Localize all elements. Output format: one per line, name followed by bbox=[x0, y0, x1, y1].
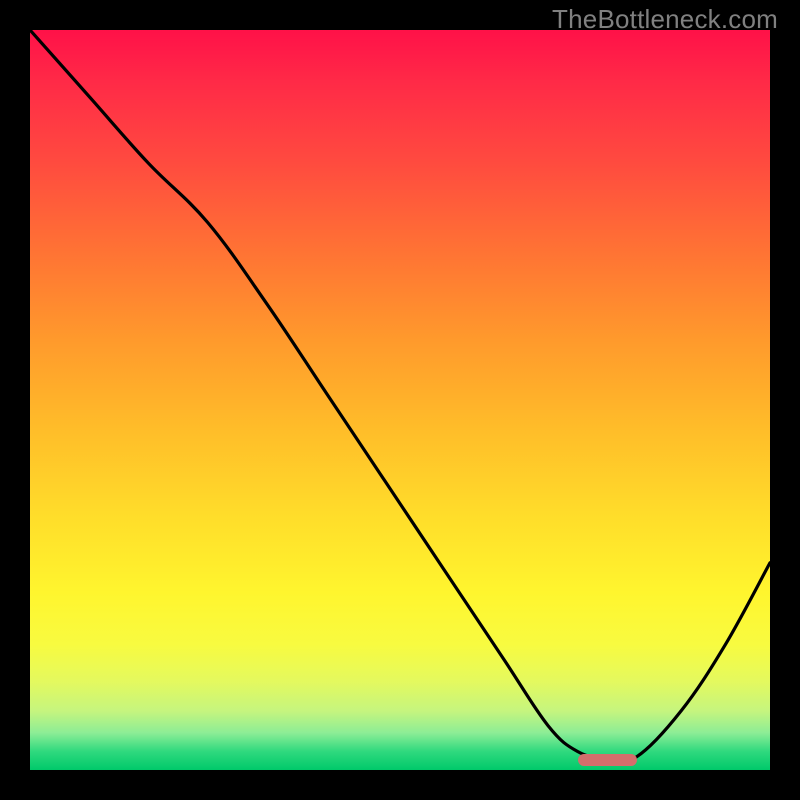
chart-frame: TheBottleneck.com bbox=[0, 0, 800, 800]
bottleneck-curve bbox=[30, 30, 770, 761]
chart-line-layer bbox=[30, 30, 770, 770]
optimal-range-marker bbox=[578, 754, 637, 766]
